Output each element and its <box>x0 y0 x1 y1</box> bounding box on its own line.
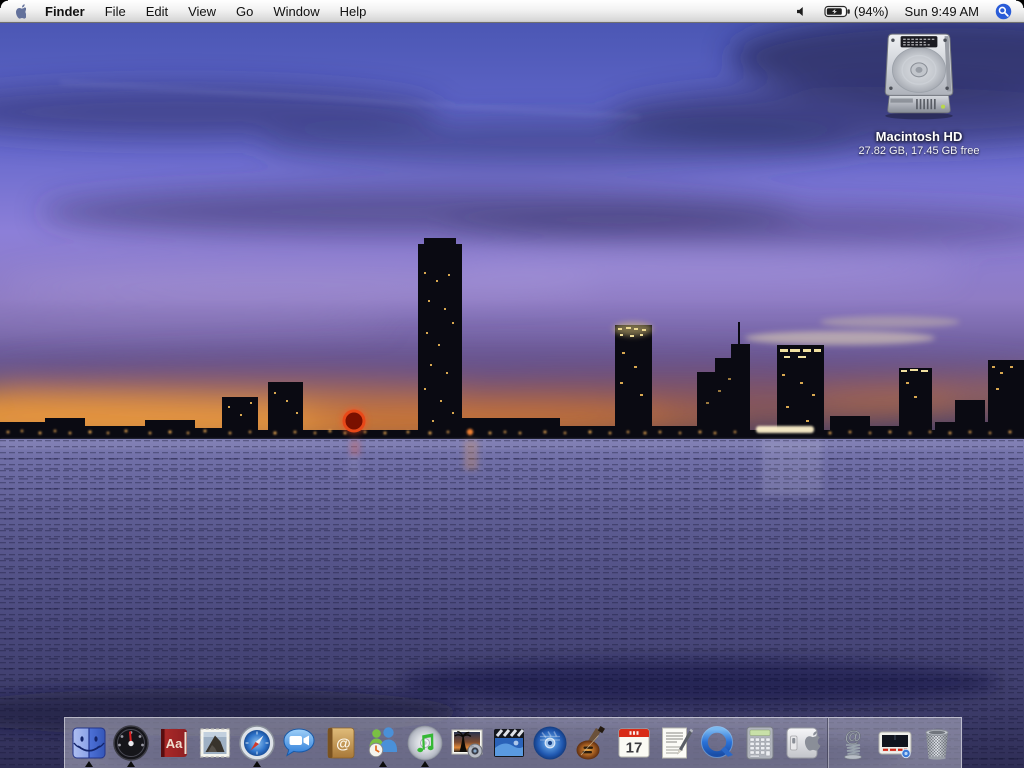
battery-percent: (94%) <box>853 3 889 19</box>
menu-window-label: Window <box>273 3 320 19</box>
dock-item-url-link[interactable]: @ <box>832 718 874 768</box>
menu-go-label: Go <box>236 3 254 19</box>
calculator-icon <box>746 726 774 760</box>
dock-item-imovie[interactable] <box>488 718 530 768</box>
dock-item-itunes[interactable] <box>404 718 446 768</box>
mac-desktop: Finder File Edit View Go Window Help (94… <box>0 0 1024 768</box>
dock-item-finder[interactable] <box>68 718 110 768</box>
menu-view-label: View <box>188 3 217 19</box>
dock-item-widget-link[interactable] <box>874 718 916 768</box>
address-book-glyph: @ <box>336 736 351 753</box>
dock-item-mail[interactable] <box>194 718 236 768</box>
iphoto-icon <box>451 729 483 759</box>
dock-item-garageband[interactable] <box>571 718 613 768</box>
menu-edit[interactable]: Edit <box>136 0 178 22</box>
hard-drive-icon <box>884 33 954 120</box>
dock-item-quicktime[interactable] <box>697 718 739 768</box>
menu-clock: Sun 9:49 AM <box>904 3 979 19</box>
messenger-icon <box>368 727 397 758</box>
menu-bar-status: (94%) Sun 9:49 AM <box>789 0 1024 22</box>
app-menu-finder[interactable]: Finder <box>35 0 95 22</box>
dock: Aa @ 17 @ <box>64 717 962 768</box>
dock-item-trash[interactable] <box>916 718 958 768</box>
hd-icon-info: 27.82 GB, 17.45 GB free <box>858 145 980 157</box>
quicktime-icon <box>701 726 734 758</box>
menu-edit-label: Edit <box>145 3 169 19</box>
menu-file[interactable]: File <box>95 0 136 22</box>
mail-icon <box>199 728 230 758</box>
battery-menu-extra[interactable]: (94%) <box>818 0 895 22</box>
dictionary-icon: Aa <box>160 729 187 757</box>
app-menu-label: Finder <box>45 3 85 19</box>
ical-date-glyph: 17 <box>626 740 643 757</box>
dock-item-ichat[interactable] <box>278 718 320 768</box>
running-indicator <box>84 761 93 767</box>
menu-help[interactable]: Help <box>330 0 377 22</box>
running-indicator <box>378 761 387 767</box>
garageband-icon <box>576 726 606 760</box>
dock-item-idvd[interactable] <box>529 718 571 768</box>
volume-menu-extra[interactable] <box>789 0 814 22</box>
menu-bar: Finder File Edit View Go Window Help (94… <box>0 0 1024 23</box>
dock-item-ical[interactable]: 17 <box>613 718 655 768</box>
red-clock-sign <box>341 408 367 434</box>
at-glyph: @ <box>845 727 862 746</box>
dock-item-safari[interactable] <box>236 718 278 768</box>
desktop: Macintosh HD 27.82 GB, 17.45 GB free <box>0 22 1024 768</box>
ticker-widget-link-icon <box>878 731 912 759</box>
dock-item-textedit[interactable] <box>655 718 697 768</box>
dock-item-iphoto[interactable] <box>446 718 488 768</box>
macintosh-hd-desktop-icon[interactable]: Macintosh HD 27.82 GB, 17.45 GB free <box>854 30 984 157</box>
menu-view[interactable]: View <box>178 0 226 22</box>
hd-icon-label: Macintosh HD <box>875 129 963 144</box>
idvd-icon <box>533 726 567 760</box>
battery-charging-icon <box>824 5 850 17</box>
ichat-icon <box>283 728 315 757</box>
trash-icon <box>925 729 949 760</box>
menu-bar-left: Finder File Edit View Go Window Help <box>0 0 376 22</box>
address-book-icon: @ <box>327 727 355 759</box>
ical-icon: 17 <box>618 728 650 758</box>
safari-icon <box>239 725 275 761</box>
itunes-icon <box>407 725 442 761</box>
running-indicator <box>252 761 261 767</box>
dock-item-dashboard[interactable] <box>110 718 152 768</box>
imovie-icon <box>493 729 524 757</box>
dock-item-address-book[interactable]: @ <box>320 718 362 768</box>
dock-item-dictionary[interactable]: Aa <box>152 718 194 768</box>
menu-help-label: Help <box>339 3 367 19</box>
url-at-spring-icon: @ <box>844 727 862 760</box>
dock-separator <box>827 718 829 768</box>
textedit-icon <box>662 727 694 759</box>
finder-icon <box>72 727 106 759</box>
menu-file-label: File <box>104 3 126 19</box>
system-preferences-icon <box>786 727 821 759</box>
dock-item-system-preferences[interactable] <box>781 718 823 768</box>
dock-item-calculator[interactable] <box>739 718 781 768</box>
menu-go[interactable]: Go <box>226 0 263 22</box>
volume-icon <box>796 6 803 16</box>
dashboard-icon <box>113 725 149 761</box>
dictionary-glyph: Aa <box>166 736 183 751</box>
menu-window[interactable]: Window <box>263 0 329 22</box>
apple-logo-icon <box>16 3 26 19</box>
running-indicator <box>126 761 135 767</box>
dock-item-messenger[interactable] <box>362 718 404 768</box>
clock-menu-extra[interactable]: Sun 9:49 AM <box>899 0 985 22</box>
apple-menu[interactable] <box>0 0 35 22</box>
spotlight-icon <box>995 3 1012 19</box>
running-indicator <box>420 761 429 767</box>
spotlight-menu-extra[interactable] <box>989 0 1018 22</box>
